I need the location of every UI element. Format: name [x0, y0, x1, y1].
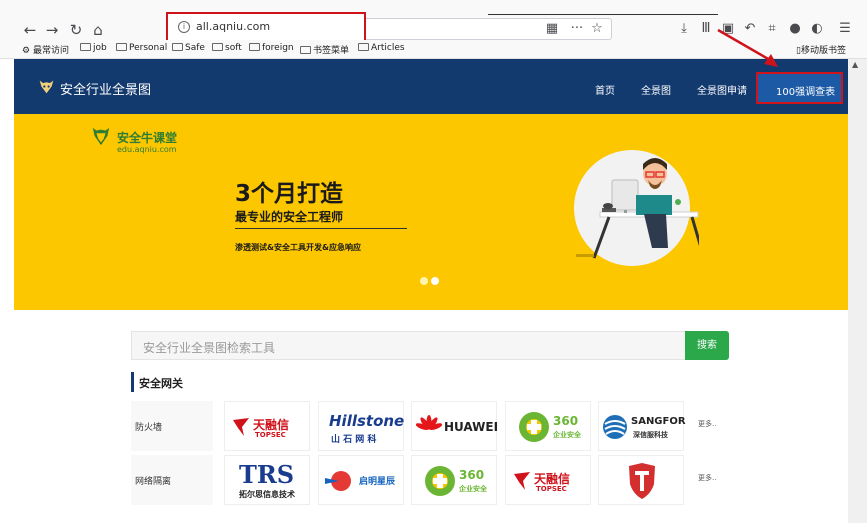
vendor-topsec-2[interactable]: 天融信 TOPSEC	[505, 455, 591, 505]
hillstone-cn: 山 石 网 科	[331, 435, 377, 445]
360-name: 360	[459, 468, 485, 482]
category-label: 防火墙	[135, 423, 163, 433]
360-name: 360	[553, 414, 579, 428]
vendor-hillstone[interactable]: Hillstone 山 石 网 科	[318, 401, 404, 451]
scrollbar[interactable]	[848, 59, 867, 523]
vendor-360-2[interactable]: 360 企业安全	[411, 455, 497, 505]
engineer-illustration	[574, 150, 699, 266]
sangfor-logo-icon	[603, 415, 627, 439]
topsec-en: TOPSEC	[255, 431, 286, 439]
edu-name: 安全牛课堂	[117, 131, 178, 145]
section-marker	[131, 372, 134, 392]
vendor-huawei[interactable]: HUAWEI	[411, 401, 499, 451]
category-network-isolation[interactable]: 网络隔离	[131, 455, 213, 505]
qiming-name: 启明星辰	[359, 477, 396, 487]
360-logo-icon	[519, 412, 549, 442]
search-placeholder: 安全行业全景图检索工具	[143, 341, 276, 355]
category-label: 网络隔离	[135, 477, 172, 487]
sangfor-name: SANGFOR	[631, 416, 686, 427]
360-sub: 企业安全	[459, 485, 487, 493]
hillstone-name: Hillstone	[329, 412, 405, 430]
vendor-360[interactable]: 360 企业安全	[505, 401, 591, 451]
carousel-dot-2[interactable]	[431, 277, 439, 285]
category-firewall[interactable]: 防火墙	[131, 401, 213, 451]
topsec-en: TOPSEC	[536, 485, 567, 493]
banner-tagline: 渗透测试&安全工具开发&应急响应	[235, 243, 361, 252]
scroll-up-icon[interactable]: ▲	[852, 60, 858, 69]
sangfor-cn: 深信服科技	[633, 431, 668, 439]
section-title: 安全网关	[139, 377, 183, 390]
banner-divider	[235, 228, 407, 229]
banner-subline: 最专业的安全工程师	[235, 210, 344, 224]
qiming-logo-icon	[325, 471, 351, 491]
360-logo-icon	[425, 466, 455, 496]
promo-banner[interactable]: 安全牛课堂 edu.aqniu.com 3个月打造 最专业的安全工程师 渗透测试…	[14, 114, 848, 310]
shield-logo-icon	[629, 463, 655, 499]
huawei-name: HUAWEI	[444, 420, 499, 434]
trs-name: TRS	[239, 460, 295, 489]
topsec-logo-icon	[514, 472, 530, 490]
browser-window: ← → ↻ ⌂ i all.aqniu.com ▦ ··· ☆ ⤓ Ⅲ ▣ ↶ …	[0, 0, 867, 523]
huawei-logo-icon	[416, 415, 442, 430]
carousel-dot-1[interactable]	[420, 277, 428, 285]
search-button[interactable]: 搜索	[685, 331, 729, 360]
vendor-sangfor[interactable]: SANGFOR 深信服科技	[598, 401, 686, 451]
trs-cn: 拓尔思信息技术	[239, 490, 295, 499]
annotation-arrow-head	[764, 54, 778, 67]
topsec-logo-icon	[233, 418, 249, 436]
more-link[interactable]: 更多..	[698, 473, 716, 483]
edu-url: edu.aqniu.com	[117, 145, 177, 154]
banner-headline: 3个月打造	[235, 181, 344, 207]
vendor-qiming[interactable]: 启明星辰	[318, 455, 404, 505]
vendor-shield[interactable]	[598, 455, 684, 505]
vendor-topsec[interactable]: 天融信 TOPSEC	[224, 401, 310, 451]
more-link[interactable]: 更多..	[698, 419, 716, 429]
vendor-trs[interactable]: TRS 拓尔思信息技术	[224, 455, 310, 505]
edu-logo-icon	[92, 127, 110, 146]
360-sub: 企业安全	[553, 431, 581, 439]
annotation-arrow-line	[717, 28, 771, 62]
